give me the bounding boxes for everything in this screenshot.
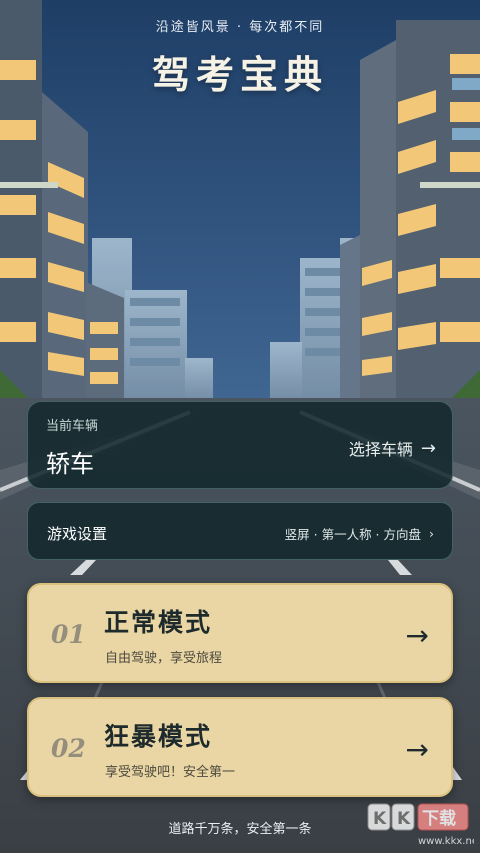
chevron-right-icon: › — [429, 526, 434, 541]
select-vehicle-button[interactable]: 选择车辆 → — [349, 436, 436, 460]
tagline: 沿途皆风景 · 每次都不同 — [155, 20, 325, 35]
game-settings-label: 游戏设置 — [47, 525, 108, 543]
arrow-right-icon: → — [420, 437, 436, 459]
svg-text:K: K — [397, 809, 411, 829]
arrow-right-icon: → — [405, 733, 429, 766]
mode-title: 正常模式 — [104, 608, 213, 637]
mode-description: 自由驾驶，享受旅程 — [105, 651, 223, 666]
current-vehicle-label: 当前车辆 — [46, 419, 99, 434]
arrow-right-icon: → — [405, 619, 429, 652]
current-vehicle-card[interactable]: 当前车辆 轿车 选择车辆 → — [27, 401, 453, 489]
mode-number: 02 — [51, 734, 86, 763]
app-title: 驾考宝典 — [151, 53, 328, 97]
normal-mode-button[interactable]: 01 正常模式 自由驾驶，享受旅程 → — [27, 583, 453, 683]
current-vehicle-value: 轿车 — [46, 450, 94, 478]
crazy-mode-button[interactable]: 02 狂暴模式 享受驾驶吧！安全第一 → — [27, 697, 453, 797]
svg-text:K: K — [373, 809, 387, 829]
kkx-watermark-logo: K K 下载 www.kkx.net — [367, 803, 474, 847]
game-settings-value: 竖屏 · 第一人称 · 方向盘 — [284, 527, 421, 542]
mode-number: 01 — [51, 620, 86, 649]
game-settings-row[interactable]: 游戏设置 竖屏 · 第一人称 · 方向盘 › — [27, 502, 453, 560]
mode-description: 享受驾驶吧！安全第一 — [105, 765, 236, 780]
mode-title: 狂暴模式 — [104, 722, 213, 751]
svg-text:www.kkx.net: www.kkx.net — [418, 836, 474, 847]
select-vehicle-label: 选择车辆 — [348, 440, 413, 459]
svg-text:下载: 下载 — [422, 808, 456, 829]
game-settings-summary: 竖屏 · 第一人称 · 方向盘 › — [285, 524, 434, 543]
